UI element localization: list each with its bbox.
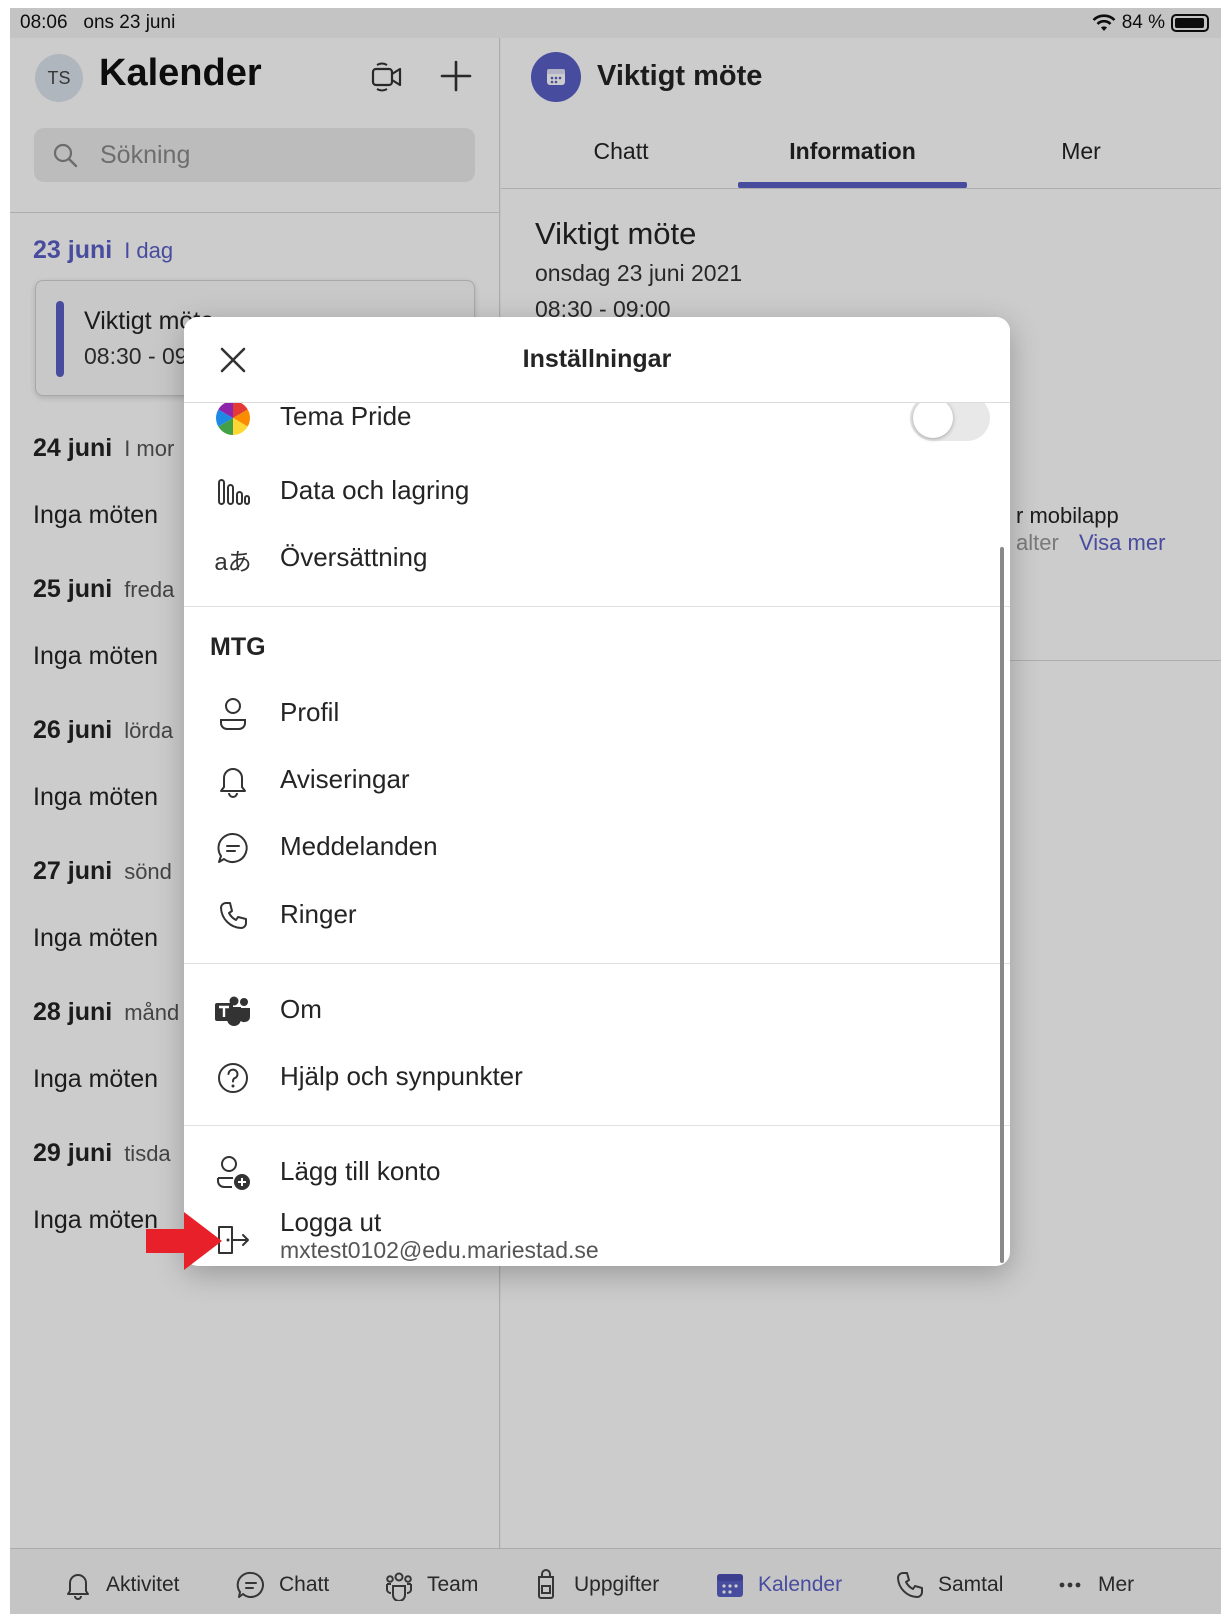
- pride-icon: [214, 399, 252, 437]
- setting-oversattning[interactable]: aあ Översättning: [184, 528, 994, 588]
- setting-meddelanden[interactable]: Meddelanden: [184, 817, 994, 877]
- dialog-header: Inställningar: [184, 317, 1010, 403]
- setting-data-lagring[interactable]: Data och lagring: [184, 461, 994, 521]
- chat-icon: [214, 829, 252, 867]
- dialog-scrollbar[interactable]: [1000, 547, 1004, 1263]
- setting-profil[interactable]: Profil: [184, 683, 994, 743]
- storage-icon: [214, 473, 252, 511]
- logout-account-email: mxtest0102@edu.mariestad.se: [280, 1237, 599, 1263]
- settings-dialog: Inställningar Tema Pride Data och lagrin…: [184, 317, 1010, 1266]
- profile-icon: [214, 695, 252, 733]
- setting-hjalp[interactable]: Hjälp och synpunkter: [184, 1047, 994, 1107]
- bell-icon: [214, 762, 252, 800]
- red-arrow-annotation: [146, 1212, 222, 1270]
- teams-icon: [214, 992, 252, 1030]
- dialog-title: Inställningar: [522, 345, 672, 373]
- add-account-icon: [214, 1154, 252, 1192]
- app-window: 08:06 ons 23 juni 84 % TS Kalender Sökni…: [10, 8, 1221, 1614]
- setting-aviseringar[interactable]: Aviseringar: [184, 750, 994, 810]
- setting-ringer[interactable]: Ringer: [184, 885, 994, 945]
- help-icon: [214, 1059, 252, 1097]
- account-section-title: MTG: [210, 633, 266, 661]
- phone-icon: [214, 897, 252, 935]
- translate-icon: aあ: [214, 548, 252, 576]
- setting-om[interactable]: Om: [184, 980, 994, 1040]
